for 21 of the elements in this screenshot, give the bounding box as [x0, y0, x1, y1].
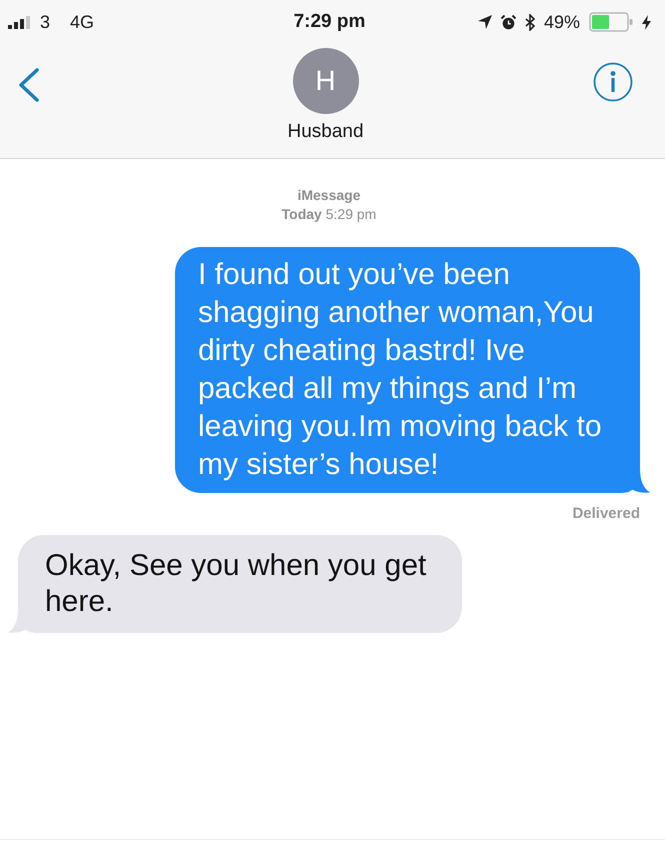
location-arrow-icon — [478, 15, 492, 29]
battery-percentage: 49% — [544, 10, 580, 34]
service-label: iMessage — [296, 186, 362, 205]
signal-bars-icon — [8, 16, 30, 28]
back-button[interactable] — [18, 68, 40, 102]
contact-avatar[interactable]: H — [292, 48, 358, 114]
back-chevron-icon — [18, 68, 40, 102]
contact-name: Husband — [287, 120, 364, 144]
sent-message-bubble: I found out you’ve been shagging another woman,You dirty cheating bastrd! Ive packed all my things and I’m leaving you.Im moving back to my sister’s house! — [175, 247, 650, 493]
status-time: 7:29 pm — [294, 10, 366, 34]
delivery-status: Delivered — [572, 504, 640, 524]
received-message-bubble: Okay, See you when you get here. — [8, 535, 462, 633]
charging-bolt-icon — [642, 14, 651, 30]
carrier-name: 3 — [40, 10, 50, 34]
network-type: 4G — [70, 10, 94, 34]
bluetooth-icon — [524, 14, 535, 30]
info-icon — [593, 62, 633, 102]
battery-icon — [589, 12, 633, 32]
message-timestamp: Today 5:29 pm — [280, 205, 378, 224]
info-button[interactable] — [593, 62, 633, 102]
alarm-clock-icon — [500, 14, 516, 30]
